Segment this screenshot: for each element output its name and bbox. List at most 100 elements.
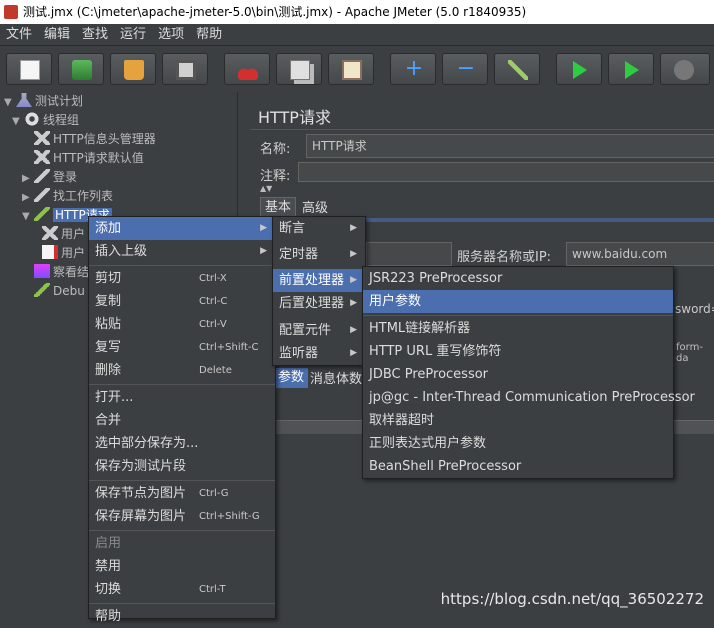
- tree-node-login[interactable]: ▶ 登录: [22, 168, 77, 187]
- menu-item-add[interactable]: 添加 ▶: [89, 217, 275, 240]
- document-icon: [42, 245, 58, 259]
- protocol-field[interactable]: [366, 242, 452, 266]
- collapse-arrow-icon[interactable]: ▼: [4, 93, 16, 112]
- menu-item-beanshell-preprocessor[interactable]: BeanShell PreProcessor: [363, 455, 673, 478]
- submenu-arrow-icon: ▶: [260, 246, 267, 256]
- menu-item-assertions[interactable]: 断言 ▶: [273, 217, 365, 240]
- tab-basic[interactable]: 基本: [260, 197, 297, 217]
- menu-item-disable[interactable]: 禁用: [89, 555, 275, 578]
- menu-help[interactable]: 帮助: [190, 24, 228, 46]
- tab-params[interactable]: 参数: [274, 368, 309, 388]
- toggle-button[interactable]: [494, 53, 540, 85]
- menu-item-merge[interactable]: 合并: [89, 409, 275, 432]
- open-button[interactable]: [110, 53, 156, 85]
- tree-node-debug[interactable]: Debu: [34, 282, 85, 301]
- add-submenu: 断言 ▶ 定时器 ▶ 前置处理器 ▶ 后置处理器 ▶ 配置元件 ▶ 监听器 ▶: [272, 216, 366, 366]
- collapse-arrow-icon[interactable]: ▼: [22, 207, 34, 226]
- name-label: 名称:: [260, 142, 291, 157]
- toolbar: + −: [0, 46, 714, 92]
- watermark: https://blog.csdn.net/qq_36502272: [440, 590, 704, 608]
- menu-item-save-screen-image[interactable]: 保存屏幕为图片 Ctrl+Shift-G: [89, 505, 275, 528]
- menu-item-delete[interactable]: 删除 Delete: [89, 359, 275, 382]
- menu-item-open[interactable]: 打开...: [89, 386, 275, 409]
- menu-item-timers[interactable]: 定时器 ▶: [273, 243, 365, 266]
- menu-item-sample-timeout[interactable]: 取样器超时: [363, 409, 673, 432]
- expand-all-button[interactable]: +: [390, 53, 436, 85]
- save-button[interactable]: [162, 53, 208, 85]
- menu-item-config[interactable]: 配置元件 ▶: [273, 319, 365, 342]
- menu-item-duplicate[interactable]: 复写 Ctrl+Shift-C: [89, 336, 275, 359]
- cut-button[interactable]: [224, 53, 270, 85]
- separator: [89, 384, 275, 385]
- new-icon: [20, 60, 40, 80]
- window-title-bar: 测试.jmx (C:\jmeter\apache-jmeter-5.0\bin\…: [0, 0, 714, 24]
- comment-field[interactable]: [298, 162, 714, 182]
- copy-button[interactable]: [276, 53, 322, 85]
- menu-item-insert-parent[interactable]: 插入上级 ▶: [89, 240, 275, 263]
- menu-item-enable[interactable]: 启用: [89, 532, 275, 555]
- menu-item-regex-user-parameters[interactable]: 正则表达式用户参数: [363, 432, 673, 455]
- menu-item-jdbc-preprocessor[interactable]: JDBC PreProcessor: [363, 363, 673, 386]
- tree-node-view-results[interactable]: 察看结: [34, 263, 89, 282]
- menu-run[interactable]: 运行: [114, 24, 152, 46]
- divider: [250, 129, 714, 130]
- expand-arrow-icon[interactable]: ▶: [22, 188, 34, 207]
- open-icon: [124, 60, 144, 80]
- save-icon: [176, 60, 196, 80]
- menu-item-inter-thread-preprocessor[interactable]: jp@gc - Inter-Thread Communication PrePr…: [363, 386, 695, 409]
- submenu-arrow-icon: ▶: [350, 275, 357, 285]
- tree-node-user-2[interactable]: 用户: [42, 244, 85, 263]
- expand-arrow-icon[interactable]: ▶: [22, 169, 34, 188]
- password-fragment: sword=: [675, 302, 714, 316]
- tab-body[interactable]: 消息体数: [306, 370, 366, 390]
- start-no-pauses-button[interactable]: [608, 53, 654, 85]
- tree-node-user-1[interactable]: 用户: [42, 225, 85, 244]
- menu-item-user-parameters[interactable]: 用户参数: [363, 290, 673, 313]
- tree-node-thread-group[interactable]: ▼ 线程组: [12, 111, 79, 130]
- server-field[interactable]: www.baidu.com: [566, 242, 714, 266]
- tree-node-job-list[interactable]: ▶ 找工作列表: [22, 187, 113, 206]
- start-icon: [573, 61, 587, 79]
- templates-button[interactable]: [58, 53, 104, 85]
- submenu-arrow-icon: ▶: [350, 348, 357, 358]
- window-title: 测试.jmx (C:\jmeter\apache-jmeter-5.0\bin\…: [23, 5, 527, 19]
- menu-item-toggle[interactable]: 切换 Ctrl-T: [89, 578, 275, 601]
- menu-file[interactable]: 文件: [0, 24, 38, 46]
- menu-item-html-link-parser[interactable]: HTML链接解析器: [363, 317, 673, 340]
- menu-item-postprocessors[interactable]: 后置处理器 ▶: [273, 292, 365, 315]
- separator: [89, 530, 275, 531]
- submenu-arrow-icon: ▶: [350, 298, 357, 308]
- menu-item-save-node-image[interactable]: 保存节点为图片 Ctrl-G: [89, 482, 275, 505]
- menu-item-jsr223-preprocessor[interactable]: JSR223 PreProcessor: [363, 267, 673, 290]
- name-field[interactable]: HTTP请求: [306, 134, 714, 158]
- menu-item-help[interactable]: 帮助: [89, 605, 275, 628]
- menu-edit[interactable]: 编辑: [38, 24, 76, 46]
- wrench-icon: [34, 150, 50, 164]
- menu-item-listeners[interactable]: 监听器 ▶: [273, 342, 365, 365]
- menu-item-cut[interactable]: 剪切 Ctrl-X: [89, 267, 275, 290]
- tree-node-test-plan[interactable]: ▼ 测试计划: [4, 92, 83, 111]
- paste-button[interactable]: [328, 53, 374, 85]
- tree-node-header-manager[interactable]: HTTP信息头管理器: [34, 130, 156, 149]
- menu-item-url-rewriting[interactable]: HTTP URL 重写修饰符: [363, 340, 673, 363]
- submenu-arrow-icon: ▶: [350, 325, 357, 335]
- stop-button[interactable]: [660, 53, 710, 85]
- separator: [89, 603, 275, 604]
- new-button[interactable]: [6, 53, 52, 85]
- menu-options[interactable]: 选项: [152, 24, 190, 46]
- editor-title: HTTP请求: [258, 108, 331, 127]
- menu-item-save-fragment[interactable]: 保存为测试片段: [89, 455, 275, 478]
- server-label: 服务器名称或IP:: [457, 250, 552, 265]
- collapse-all-button[interactable]: −: [442, 53, 488, 85]
- menu-item-paste[interactable]: 粘贴 Ctrl-V: [89, 313, 275, 336]
- stop-icon: [674, 60, 694, 80]
- menu-item-copy[interactable]: 复制 Ctrl-C: [89, 290, 275, 313]
- menu-item-preprocessors[interactable]: 前置处理器 ▶: [273, 269, 365, 292]
- start-button[interactable]: [556, 53, 602, 85]
- menu-item-save-selection[interactable]: 选中部分保存为...: [89, 432, 275, 455]
- tree-node-request-defaults[interactable]: HTTP请求默认值: [34, 149, 144, 168]
- chart-icon: [34, 264, 50, 278]
- menu-search[interactable]: 查找: [76, 24, 114, 46]
- collapse-arrow-icon[interactable]: ▼: [12, 112, 24, 131]
- splitter-arrows-icon[interactable]: ▲▼: [260, 184, 272, 193]
